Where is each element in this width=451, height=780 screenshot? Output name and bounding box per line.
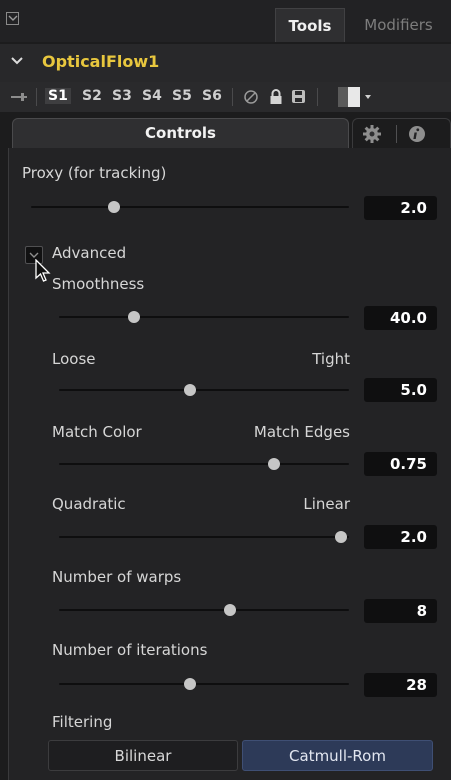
node-name: OpticalFlow1 [42,52,160,71]
version-s5[interactable]: S5 [172,88,192,104]
quadratic-label: Quadratic [52,495,126,513]
version-s3[interactable]: S3 [112,88,132,104]
iterations-slider-handle[interactable] [183,678,196,690]
inspector-tab-row: Controls [0,114,451,148]
warps-slider-track[interactable] [59,609,349,611]
iterations-label: Number of iterations [52,641,208,659]
proxy-slider-handle[interactable] [107,201,120,213]
version-bar: S1 S2 S3 S4 S5 S6 [0,82,451,112]
version-s1[interactable]: S1 [45,88,71,104]
quad-linear-slider-handle[interactable] [335,531,347,543]
warps-value-field[interactable]: 8 [364,599,437,623]
filtering-label: Filtering [52,713,113,731]
linear-label: Linear [303,495,350,513]
info-icon[interactable] [407,124,427,144]
lock-icon[interactable] [269,89,283,105]
chevron-down-icon[interactable] [10,54,24,68]
iterations-slider-track[interactable] [59,683,349,685]
disable-icon[interactable] [243,89,259,105]
warps-label: Number of warps [52,568,182,586]
smoothness-label: Smoothness [52,275,145,293]
collapse-icon[interactable] [6,12,19,25]
smoothness-slider-track[interactable] [59,316,349,318]
version-s2[interactable]: S2 [82,88,102,104]
divider [232,88,233,106]
warps-slider-handle[interactable] [224,604,237,616]
divider [36,88,37,106]
tight-label: Tight [312,350,350,368]
match-value-field[interactable]: 0.75 [364,452,437,476]
match-edges-label: Match Edges [253,423,350,441]
match-slider-handle[interactable] [267,458,280,470]
inspector-icon-tabs [352,118,451,148]
divider [317,88,318,106]
match-slider-track[interactable] [59,463,349,465]
version-s6[interactable]: S6 [202,88,222,104]
save-icon[interactable] [291,89,306,104]
tab-modifiers[interactable]: Modifiers [346,8,451,42]
tab-tools[interactable]: Tools [275,8,345,42]
proxy-value-field[interactable]: 2.0 [364,196,437,220]
pin-icon[interactable] [10,91,28,103]
mouse-cursor-icon [35,259,51,282]
advanced-label: Advanced [52,244,127,262]
filter-bilinear-button[interactable]: Bilinear [48,740,238,771]
iterations-value-field[interactable]: 28 [364,673,437,697]
match-color-label: Match Color [52,423,142,441]
proxy-slider-track[interactable] [31,206,349,208]
quad-linear-value-field[interactable]: 2.0 [364,525,437,549]
smoothness-value-field[interactable]: 40.0 [364,306,437,330]
divider [396,125,397,143]
loose-tight-slider-track[interactable] [59,389,349,391]
loose-tight-slider-handle[interactable] [183,384,196,396]
quad-linear-slider-track[interactable] [59,536,349,538]
proxy-label: Proxy (for tracking) [22,164,167,182]
node-header[interactable]: OpticalFlow1 [0,44,451,82]
gear-icon[interactable] [362,124,382,144]
filter-catmull-rom-button[interactable]: Catmull-Rom [242,740,433,771]
panel-tab-bar: Tools Modifiers [0,0,451,42]
color-swatch-icon[interactable] [338,87,372,107]
tab-controls[interactable]: Controls [12,118,349,148]
version-s4[interactable]: S4 [142,88,162,104]
loose-label: Loose [52,350,96,368]
loose-tight-value-field[interactable]: 5.0 [364,378,437,402]
